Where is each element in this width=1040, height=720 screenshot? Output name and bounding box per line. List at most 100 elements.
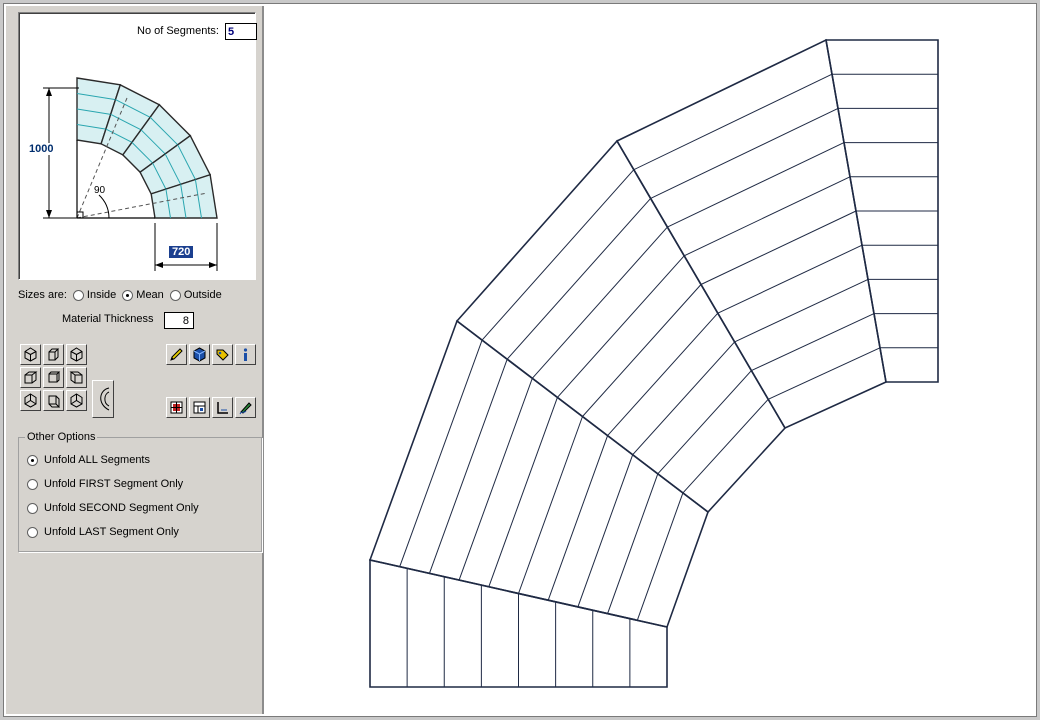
seam-line (488, 397, 558, 587)
iso-view-3-button[interactable] (66, 344, 87, 365)
seam-line (667, 142, 845, 228)
grid-icon (170, 401, 183, 414)
elbow-view-button[interactable] (92, 380, 114, 418)
iso-view-4-icon (24, 393, 37, 408)
unfold-first-label: Unfold FIRST Segment Only (44, 478, 184, 490)
seam-line (632, 341, 735, 456)
arrow-head (155, 262, 163, 268)
cube-view-2-icon (48, 371, 61, 383)
iso-view-2-button[interactable] (43, 344, 64, 365)
material-thickness-input[interactable] (164, 312, 194, 329)
iso-view-1-icon (24, 347, 37, 362)
seam-line (734, 278, 869, 343)
angle-arc (98, 194, 110, 219)
seam-line (607, 312, 719, 436)
pattern-segment (455, 139, 786, 514)
sizes-outside-radio[interactable] (169, 289, 181, 301)
options-panel: No of Segments: 1000 90 720 Sizes are: I… (6, 6, 264, 714)
iso-view-5-button[interactable] (43, 390, 64, 411)
preview-drawing (43, 77, 218, 271)
unfold-second-option[interactable]: Unfold SECOND Segment Only (27, 502, 199, 514)
unfold-last-label: Unfold LAST Segment Only (44, 526, 179, 538)
label-button[interactable] (212, 344, 233, 365)
info-button[interactable] (235, 344, 256, 365)
seam-line (657, 370, 752, 475)
seam-line (607, 473, 659, 614)
pattern-segment (368, 319, 709, 628)
pattern-button[interactable] (166, 397, 187, 418)
seam-line (682, 398, 769, 494)
dimension-button[interactable] (212, 397, 233, 418)
arrow-head (209, 262, 217, 268)
info-icon (243, 348, 248, 361)
cube-view-1-icon (24, 371, 38, 384)
dim-angle-label: 90 (94, 185, 106, 196)
sizes-mean-radio[interactable] (122, 289, 134, 301)
unfold-all-label: Unfold ALL Segments (44, 454, 150, 466)
sizes-label: Sizes are: (18, 289, 67, 301)
sizes-inside-label: Inside (86, 289, 117, 301)
seam-line (506, 198, 651, 360)
shaded-cube-icon (193, 347, 206, 362)
iso-view-3-icon (70, 347, 83, 362)
dim-height-label: 1000 (29, 143, 54, 155)
seam-line (700, 210, 857, 285)
elbow-preview: No of Segments: 1000 90 720 (18, 12, 257, 280)
pen-edit-icon (239, 402, 252, 415)
seam-line (481, 169, 635, 341)
unfold-second-label: Unfold SECOND Segment Only (44, 502, 199, 514)
seam-line (633, 73, 833, 171)
dim-width-label: 720 (169, 246, 194, 258)
pencil-icon (170, 348, 183, 361)
iso-view-4-button[interactable] (20, 390, 41, 411)
unfold-second-radio[interactable] (27, 502, 38, 514)
arrow-head (46, 88, 52, 96)
seam-line (458, 378, 533, 581)
layout-icon (193, 401, 206, 414)
sizes-inside-radio[interactable] (72, 289, 84, 301)
unfolded-pattern (368, 38, 939, 688)
draw-button[interactable] (166, 344, 187, 365)
seam-line (577, 454, 634, 608)
material-thickness-label: Material Thickness (62, 313, 154, 325)
unfold-last-option[interactable]: Unfold LAST Segment Only (27, 526, 179, 538)
drawing-canvas[interactable] (268, 6, 1034, 714)
tag-icon (216, 349, 229, 361)
seam-line (582, 284, 702, 417)
cube-view-3-icon (69, 371, 83, 384)
sizes-outside-label: Outside (183, 289, 222, 301)
layout-button[interactable] (189, 397, 210, 418)
unfold-first-radio[interactable] (27, 478, 38, 490)
edit-button[interactable] (235, 397, 256, 418)
unfold-last-radio[interactable] (27, 526, 38, 538)
preview-elbow (43, 77, 218, 271)
pattern-segment (825, 39, 939, 383)
iso-view-1-button[interactable] (20, 344, 41, 365)
iso-view-2-icon (48, 348, 60, 361)
seam-line (650, 107, 839, 199)
pattern-segment (369, 558, 668, 688)
seam-line (399, 339, 483, 567)
seam-line (751, 313, 875, 372)
cube-view-1-button[interactable] (20, 367, 41, 388)
iso-view-5-icon (48, 395, 60, 408)
shade-button[interactable] (189, 344, 210, 365)
unfold-first-option[interactable]: Unfold FIRST Segment Only (27, 478, 183, 490)
sizes-mean-label: Mean (136, 289, 164, 301)
cube-view-3-button[interactable] (66, 367, 87, 388)
dimension-icon (217, 402, 228, 414)
iso-view-6-icon (70, 393, 83, 408)
seam-line (518, 416, 583, 594)
iso-view-6-button[interactable] (66, 390, 87, 411)
seam-line (557, 255, 685, 398)
unfold-all-option[interactable]: Unfold ALL Segments (27, 454, 150, 466)
seam-line (428, 359, 508, 574)
cube-view-2-button[interactable] (43, 367, 64, 388)
unfold-all-radio[interactable] (27, 454, 38, 466)
seam-line (531, 226, 668, 379)
elbow-profile-icon (99, 387, 109, 411)
seam-line (717, 244, 863, 314)
seam-line (547, 435, 609, 601)
arrow-head (46, 210, 52, 218)
seam-line (683, 176, 851, 257)
